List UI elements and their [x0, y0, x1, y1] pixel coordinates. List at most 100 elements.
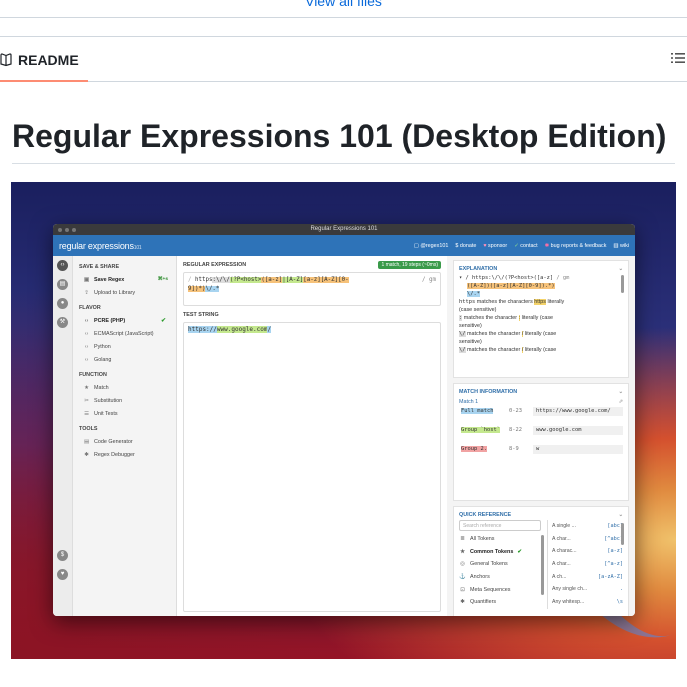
quick-reference-header[interactable]: QUICK REFERENCE ⌄ — [459, 510, 623, 520]
bug-icon: ✱ — [84, 451, 89, 458]
tools-header: TOOLS — [79, 426, 98, 432]
nav-wiki[interactable]: ▥ wiki — [613, 243, 629, 249]
check-icon: ✔ — [160, 318, 166, 324]
chevron-down-icon: ⌄ — [618, 389, 623, 395]
code-icon: ‹› — [84, 343, 89, 350]
ref-result[interactable]: A char... [^abc] — [552, 533, 623, 546]
match-row: Group 2. 8-9 w — [459, 445, 623, 464]
ref-result[interactable]: A ch... [a-zA-Z] — [552, 570, 623, 583]
nav-sponsor[interactable]: ♥ sponsor — [483, 243, 507, 249]
ref-result[interactable]: A single ... [abc] — [552, 520, 623, 533]
tool-code-generator[interactable]: ▤ Code Generator — [79, 435, 170, 448]
chevron-down-icon: ⌄ — [618, 512, 623, 518]
explanation-body: ▾ / https:\/\/(?P<host>([a-z] / gm ([A-Z… — [459, 275, 570, 353]
ref-common-tokens[interactable]: ★ Common Tokens ✔ — [459, 546, 547, 559]
icon-rail: ‹› ▤ ● ⚒ $ ♥ — [53, 256, 73, 616]
app-logo: regular expressions101 — [59, 240, 142, 251]
editor-area: REGULAR EXPRESSION 1 match, 19 steps (~0… — [177, 256, 447, 616]
code-icon[interactable]: ‹› — [57, 260, 68, 271]
match-row: Group `host` 8-22 www.google.com — [459, 426, 623, 445]
tool-regex-debugger[interactable]: ✱ Regex Debugger — [79, 448, 170, 461]
ref-all-tokens[interactable]: ≣ All Tokens — [459, 533, 547, 546]
explanation-header[interactable]: EXPLANATION ⌄ — [459, 264, 623, 274]
file-icon: ▤ — [83, 438, 90, 445]
check-icon: ✔ — [517, 548, 522, 555]
file-list-footer: View all files — [0, 0, 687, 18]
code-icon: ‹› — [84, 317, 89, 324]
heart-icon: ♥ — [483, 242, 487, 249]
meta-icon: ⊡ — [460, 586, 465, 593]
nav-links: ▢ @regex101 $ donate ♥ sponsor ✓ contact… — [414, 235, 629, 256]
match-information-panel: MATCH INFORMATION ⌄ Match 1 ⇗ Full match 0-… — [453, 383, 629, 501]
ref-general-tokens[interactable]: ◎ General Tokens — [459, 558, 547, 571]
ref-result[interactable]: Any single ch.... — [552, 583, 623, 596]
outline-list-icon[interactable] — [671, 51, 685, 65]
ref-meta-sequences[interactable]: ⊡ Meta Sequences — [459, 583, 547, 596]
send-icon: ✓ — [514, 242, 519, 249]
readme-header: README — [0, 36, 687, 82]
flavor-python[interactable]: ‹› Python — [79, 340, 170, 353]
star-icon: ★ — [460, 548, 465, 555]
test-string-input[interactable]: https://www.google.com/ — [183, 322, 441, 612]
stack-icon: ≣ — [460, 536, 465, 543]
match-row: Full match 0-23 https://www.google.com/ — [459, 407, 623, 426]
nav-donate[interactable]: $ donate — [455, 243, 476, 249]
reference-search-input[interactable]: Search reference — [459, 520, 541, 531]
function-match[interactable]: ★ Match — [79, 381, 170, 394]
function-substitution[interactable]: ✂ Substitution — [79, 394, 170, 407]
ref-result[interactable]: A char... [^a-z] — [552, 558, 623, 571]
flavor-ecmascript[interactable]: ‹› ECMAScript (JavaScript) — [79, 327, 170, 340]
user-icon[interactable]: ● — [57, 298, 68, 309]
function-unit-tests[interactable]: ☰ Unit Tests — [79, 407, 170, 420]
nav-bugs[interactable]: ✱ bug reports & feedback — [545, 243, 607, 249]
readme-tab[interactable]: README — [0, 37, 79, 82]
ref-quantifiers[interactable]: ✱ Quantifiers — [459, 596, 547, 609]
regex-input[interactable]: / https:\/\/(?P<host>([a-z]|[A-Z][a-z][A… — [183, 272, 441, 306]
quick-reference-panel: QUICK REFERENCE ⌄ Search reference ≣ All T… — [453, 506, 629, 616]
target-icon: ◎ — [460, 561, 465, 568]
code-icon: ‹› — [84, 330, 89, 337]
view-all-files-link[interactable]: View all files — [0, 0, 687, 9]
page-title: Regular Expressions 101 (Desktop Edition… — [12, 118, 667, 154]
window-titlebar: Regular Expressions 101 — [53, 224, 635, 235]
flavor-pcre[interactable]: ‹› PCRE (PHP) ✔ — [79, 314, 170, 327]
upload-library-item[interactable]: ⇪ Upload to Library — [79, 286, 170, 299]
asterisk-icon: ✱ — [460, 599, 465, 606]
save-share-header: SAVE & SHARE — [79, 264, 120, 270]
nav-contact[interactable]: ✓ contact — [514, 243, 537, 249]
heart-icon[interactable]: ♥ — [57, 569, 68, 580]
reference-list-scrollbar[interactable] — [541, 535, 544, 595]
app-navbar: regular expressions101 ▢ @regex101 $ don… — [53, 235, 635, 256]
nav-user[interactable]: ▢ @regex101 — [414, 243, 449, 249]
book-icon — [0, 52, 12, 66]
readme-tab-underline — [0, 80, 88, 82]
regex-flags[interactable]: / gm — [422, 276, 436, 285]
match-info-header[interactable]: MATCH INFORMATION ⌄ — [459, 387, 623, 397]
dollar-icon[interactable]: $ — [57, 550, 68, 561]
app-screenshot-image: Regular Expressions 101 regular expressi… — [11, 182, 676, 659]
wrench-icon[interactable]: ⚒ — [57, 317, 68, 328]
code-icon: ‹› — [84, 356, 89, 363]
upload-icon: ⇪ — [84, 289, 89, 296]
explanation-scrollbar[interactable] — [621, 275, 624, 293]
scissors-icon: ✂ — [84, 397, 89, 404]
window-title: Regular Expressions 101 — [310, 226, 378, 232]
ref-anchors[interactable]: ⚓ Anchors — [459, 571, 547, 584]
app-sidebar: SAVE & SHARE ▣ Save Regex ⌘+s ⇪ Upload to L… — [73, 256, 177, 616]
ref-result[interactable]: A charac... [a-z] — [552, 545, 623, 558]
match-label: Match 1 ⇗ — [459, 399, 623, 405]
ref-result[interactable]: Any whitesp... \s — [552, 596, 623, 609]
library-icon[interactable]: ▤ — [57, 279, 68, 290]
title-divider — [12, 163, 675, 164]
flavor-golang[interactable]: ‹› Golang — [79, 353, 170, 366]
test-string-header: TEST STRING — [183, 311, 219, 318]
save-regex-item[interactable]: ▣ Save Regex ⌘+s — [79, 273, 170, 286]
star-icon: ★ — [84, 384, 89, 391]
reference-results-scrollbar[interactable] — [621, 523, 624, 545]
regex-header: REGULAR EXPRESSION 1 match, 19 steps (~0… — [183, 260, 441, 269]
window-controls — [58, 227, 76, 232]
bug-icon: ✱ — [544, 242, 550, 249]
function-header: FUNCTION — [79, 372, 107, 378]
right-panels: EXPLANATION ⌄ ▾ / https:\/\/(?P<host>([a-… — [447, 256, 635, 616]
app-window: Regular Expressions 101 regular expressi… — [53, 224, 635, 616]
